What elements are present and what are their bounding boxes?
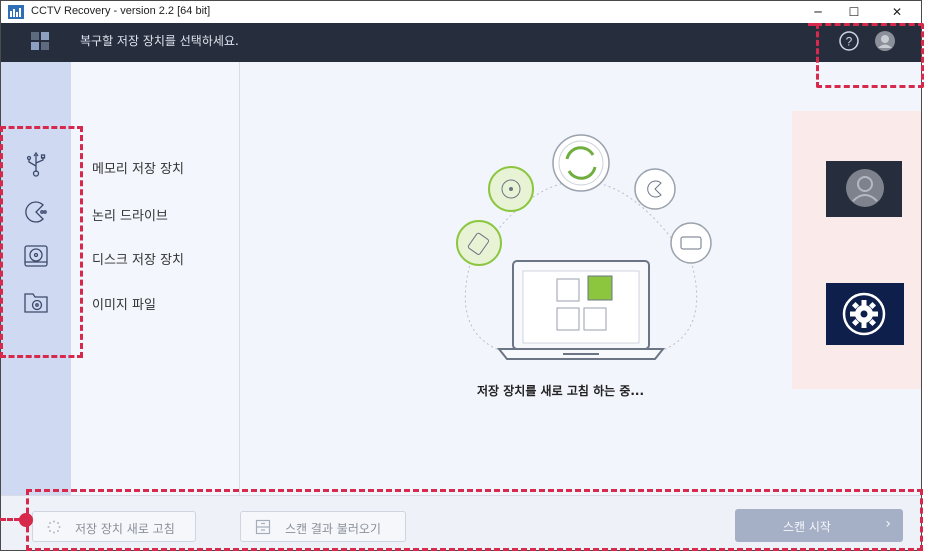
highlight-footer-buttons: [26, 489, 923, 551]
drive-node-icon: [670, 222, 712, 264]
app-window: CCTV Recovery - version 2.2 [64 bit] ─ ☐…: [0, 0, 922, 551]
device-disk-storage[interactable]: 디스크 저장 장치: [92, 249, 184, 268]
usb-node-icon: [456, 220, 502, 266]
highlight-connector-footer: [0, 518, 20, 521]
device-image-file[interactable]: 이미지 파일: [92, 294, 156, 313]
app-logo-icon: [8, 5, 24, 19]
refresh-status-text: 저장 장치를 새로 고침 하는 중...: [477, 384, 645, 398]
laptop-icon: [496, 260, 666, 360]
settings-gear-icon: [842, 292, 886, 336]
tutorial-callout: [792, 111, 921, 389]
header-title: 복구할 저장 장치를 선택하세요.: [80, 34, 239, 48]
partition-node-icon: [634, 168, 676, 210]
callout-account-preview: [826, 161, 902, 217]
device-refresh-illustration: [456, 134, 712, 360]
minimize-button[interactable]: ─: [801, 1, 835, 23]
window-title: CCTV Recovery - version 2.2 [64 bit]: [31, 5, 211, 17]
device-list-panel: [71, 62, 240, 495]
highlight-connector-top: [808, 23, 820, 26]
device-logical-drive[interactable]: 논리 드라이브: [92, 205, 168, 224]
maximize-button[interactable]: ☐: [837, 1, 871, 23]
disk-node-icon: [488, 166, 534, 212]
highlight-header-icons: [816, 23, 924, 88]
highlight-device-icons: [0, 126, 83, 358]
account-icon: [846, 169, 884, 207]
title-bar: CCTV Recovery - version 2.2 [64 bit] ─ ☐…: [1, 1, 921, 23]
callout-settings-preview: [826, 283, 904, 345]
close-button[interactable]: ✕: [880, 1, 914, 23]
highlight-marker-dot: [19, 513, 33, 527]
grid-logo-icon: [31, 32, 49, 50]
device-memory-storage[interactable]: 메모리 저장 장치: [92, 158, 184, 177]
refresh-sync-icon: [552, 134, 610, 192]
